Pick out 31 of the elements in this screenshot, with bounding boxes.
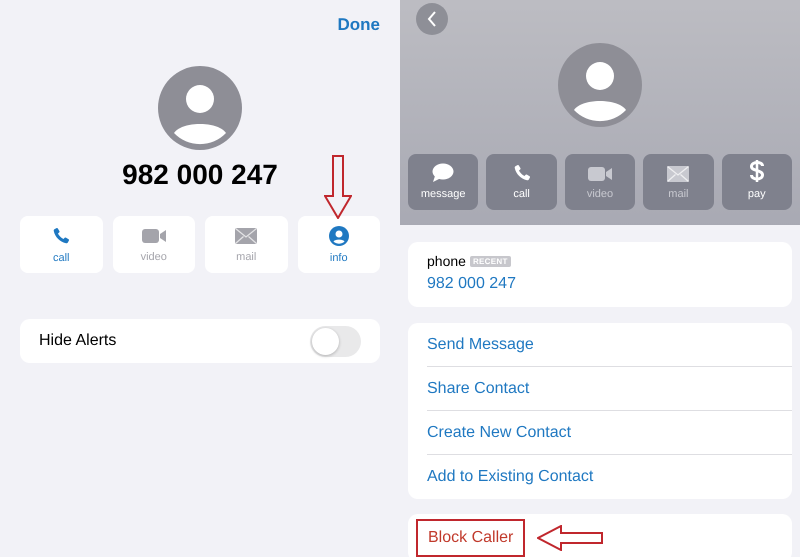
video-camera-icon [586, 165, 613, 183]
avatar-icon [158, 66, 242, 150]
recent-badge: RECENT [470, 256, 511, 266]
menu-option[interactable]: Create New Contact [427, 424, 572, 442]
phone-number-link[interactable]: 982 000 247 [427, 275, 516, 293]
speech-bubble-icon [432, 163, 454, 183]
envelope-icon [666, 165, 690, 183]
phone-icon [51, 226, 72, 246]
arrow-annotation [537, 525, 604, 551]
phone-label: phone [427, 253, 466, 269]
person-circle-icon [328, 226, 349, 246]
back-button[interactable] [416, 3, 448, 35]
arrow-annotation [324, 155, 352, 219]
menu-option[interactable]: Send Message [427, 336, 534, 354]
menu-option[interactable]: Add to Existing Contact [427, 468, 594, 486]
caller-number: 982 000 247 [122, 158, 278, 192]
action-button[interactable]: pay [722, 154, 792, 210]
setting-label: Hide Alerts [39, 332, 116, 350]
dollar-icon [748, 159, 765, 183]
avatar-icon [558, 43, 642, 127]
action-button[interactable]: call [486, 154, 557, 210]
menu-option[interactable]: Share Contact [427, 380, 530, 398]
block-caller-option[interactable]: Block Caller [416, 519, 526, 557]
done-button[interactable]: Done [338, 15, 380, 35]
action-button[interactable]: info [298, 216, 380, 273]
action-button[interactable]: message [408, 154, 478, 210]
envelope-icon [234, 226, 258, 244]
action-button[interactable]: call [20, 216, 102, 273]
chevron-left-icon [427, 11, 437, 27]
toggle-switch[interactable] [310, 326, 361, 356]
video-camera-icon [140, 226, 167, 244]
